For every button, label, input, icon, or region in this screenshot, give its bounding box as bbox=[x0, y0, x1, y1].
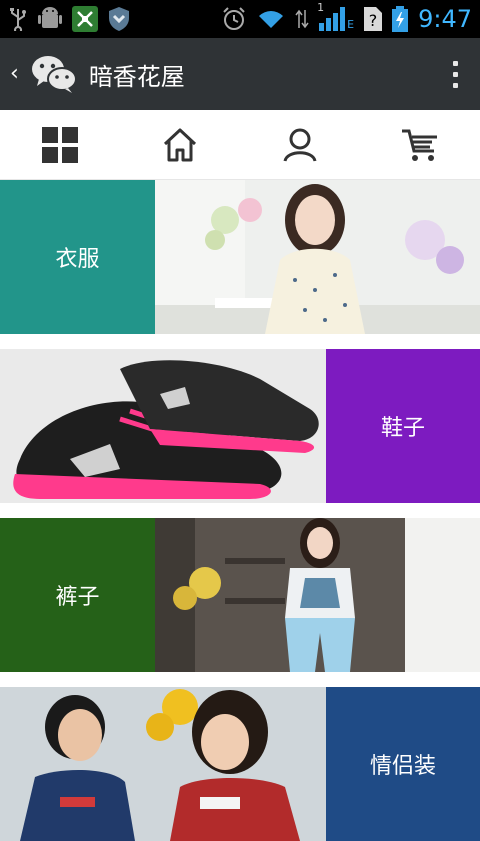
alarm-icon bbox=[221, 6, 247, 32]
grid-icon bbox=[42, 126, 78, 163]
svg-text:?: ? bbox=[369, 11, 378, 30]
tab-user[interactable] bbox=[240, 110, 360, 180]
tab-cart[interactable] bbox=[360, 110, 480, 180]
category-label-clothes: 衣服 bbox=[0, 180, 155, 334]
tab-grid[interactable] bbox=[0, 110, 120, 180]
tab-home[interactable] bbox=[120, 110, 240, 180]
wifi-icon bbox=[257, 8, 285, 30]
wechat-icon bbox=[31, 54, 77, 94]
back-button[interactable]: ‹ bbox=[10, 63, 19, 85]
signal-sub-label: 1 bbox=[317, 1, 325, 14]
category-list: 衣服 鞋子 裤子 情侣装 bbox=[0, 180, 480, 841]
clothes-photo bbox=[155, 180, 480, 334]
home-icon bbox=[162, 127, 198, 163]
nav-tabs bbox=[0, 110, 480, 180]
signal-icon: 1 E bbox=[317, 1, 355, 31]
network-type-label: E bbox=[347, 18, 355, 31]
app-title: 暗香花屋 bbox=[88, 62, 185, 91]
shield-icon bbox=[108, 6, 130, 32]
couples-photo bbox=[0, 687, 326, 841]
unknown-sim-icon: ? bbox=[364, 7, 383, 31]
category-tile-clothes[interactable]: 衣服 bbox=[0, 180, 480, 334]
cart-icon bbox=[400, 127, 440, 163]
category-label-couples: 情侣装 bbox=[326, 687, 480, 841]
battery-icon bbox=[392, 6, 409, 32]
status-time: 9:47 bbox=[418, 5, 472, 33]
shoes-photo bbox=[0, 349, 326, 503]
android-debug-icon bbox=[38, 6, 62, 32]
category-tile-couples[interactable]: 情侣装 bbox=[0, 687, 480, 841]
back-icon: ‹ bbox=[10, 61, 19, 86]
more-options-icon[interactable] bbox=[445, 57, 466, 92]
app-bar: ‹ 暗香花屋 bbox=[0, 38, 480, 110]
category-label-pants: 裤子 bbox=[0, 518, 155, 672]
category-label-shoes: 鞋子 bbox=[326, 349, 480, 503]
category-tile-shoes[interactable]: 鞋子 bbox=[0, 349, 480, 503]
status-bar: 1 E ? 9:47 bbox=[0, 0, 480, 38]
user-icon bbox=[282, 127, 318, 163]
usb-icon bbox=[8, 7, 28, 31]
pants-photo bbox=[155, 518, 480, 672]
network-tool-icon bbox=[72, 6, 98, 32]
category-tile-pants[interactable]: 裤子 bbox=[0, 518, 480, 672]
data-arrows-icon bbox=[295, 8, 309, 30]
